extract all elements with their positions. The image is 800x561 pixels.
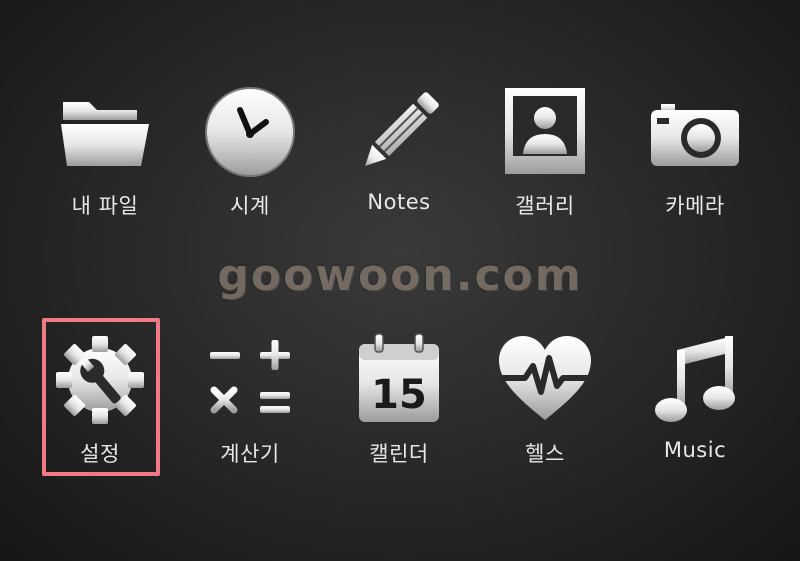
app-label: 계산기	[220, 442, 280, 466]
folder-icon	[55, 82, 155, 182]
app-label: Music	[663, 438, 727, 462]
app-my-files[interactable]: 내 파일	[40, 82, 170, 232]
heart-pulse-icon	[495, 330, 595, 430]
pencil-icon	[349, 82, 449, 182]
app-calculator[interactable]: 계산기	[185, 330, 315, 480]
app-label: Notes	[367, 190, 431, 214]
camera-icon	[645, 82, 745, 182]
calendar-icon: 15	[349, 330, 449, 430]
app-label: 내 파일	[71, 194, 139, 218]
app-gallery[interactable]: 갤러리	[480, 82, 610, 232]
calendar-day-number: 15	[371, 372, 427, 418]
calculator-icon	[200, 330, 300, 430]
clock-icon	[200, 82, 300, 182]
watermark-text: goowoon.com	[217, 250, 583, 301]
app-clock[interactable]: 시계	[185, 82, 315, 232]
app-label: 캘린더	[369, 442, 429, 466]
music-note-icon	[645, 330, 745, 430]
gallery-icon	[495, 82, 595, 182]
app-calendar[interactable]: 15 캘린더	[334, 330, 464, 480]
app-notes[interactable]: Notes	[334, 82, 464, 232]
app-music[interactable]: Music	[630, 330, 760, 480]
settings-highlight-frame	[42, 318, 160, 476]
app-label: 카메라	[665, 194, 725, 218]
app-label: 시계	[230, 194, 270, 218]
app-camera[interactable]: 카메라	[630, 82, 760, 232]
app-label: 헬스	[525, 442, 565, 466]
app-health[interactable]: 헬스	[480, 330, 610, 480]
app-label: 갤러리	[515, 194, 575, 218]
